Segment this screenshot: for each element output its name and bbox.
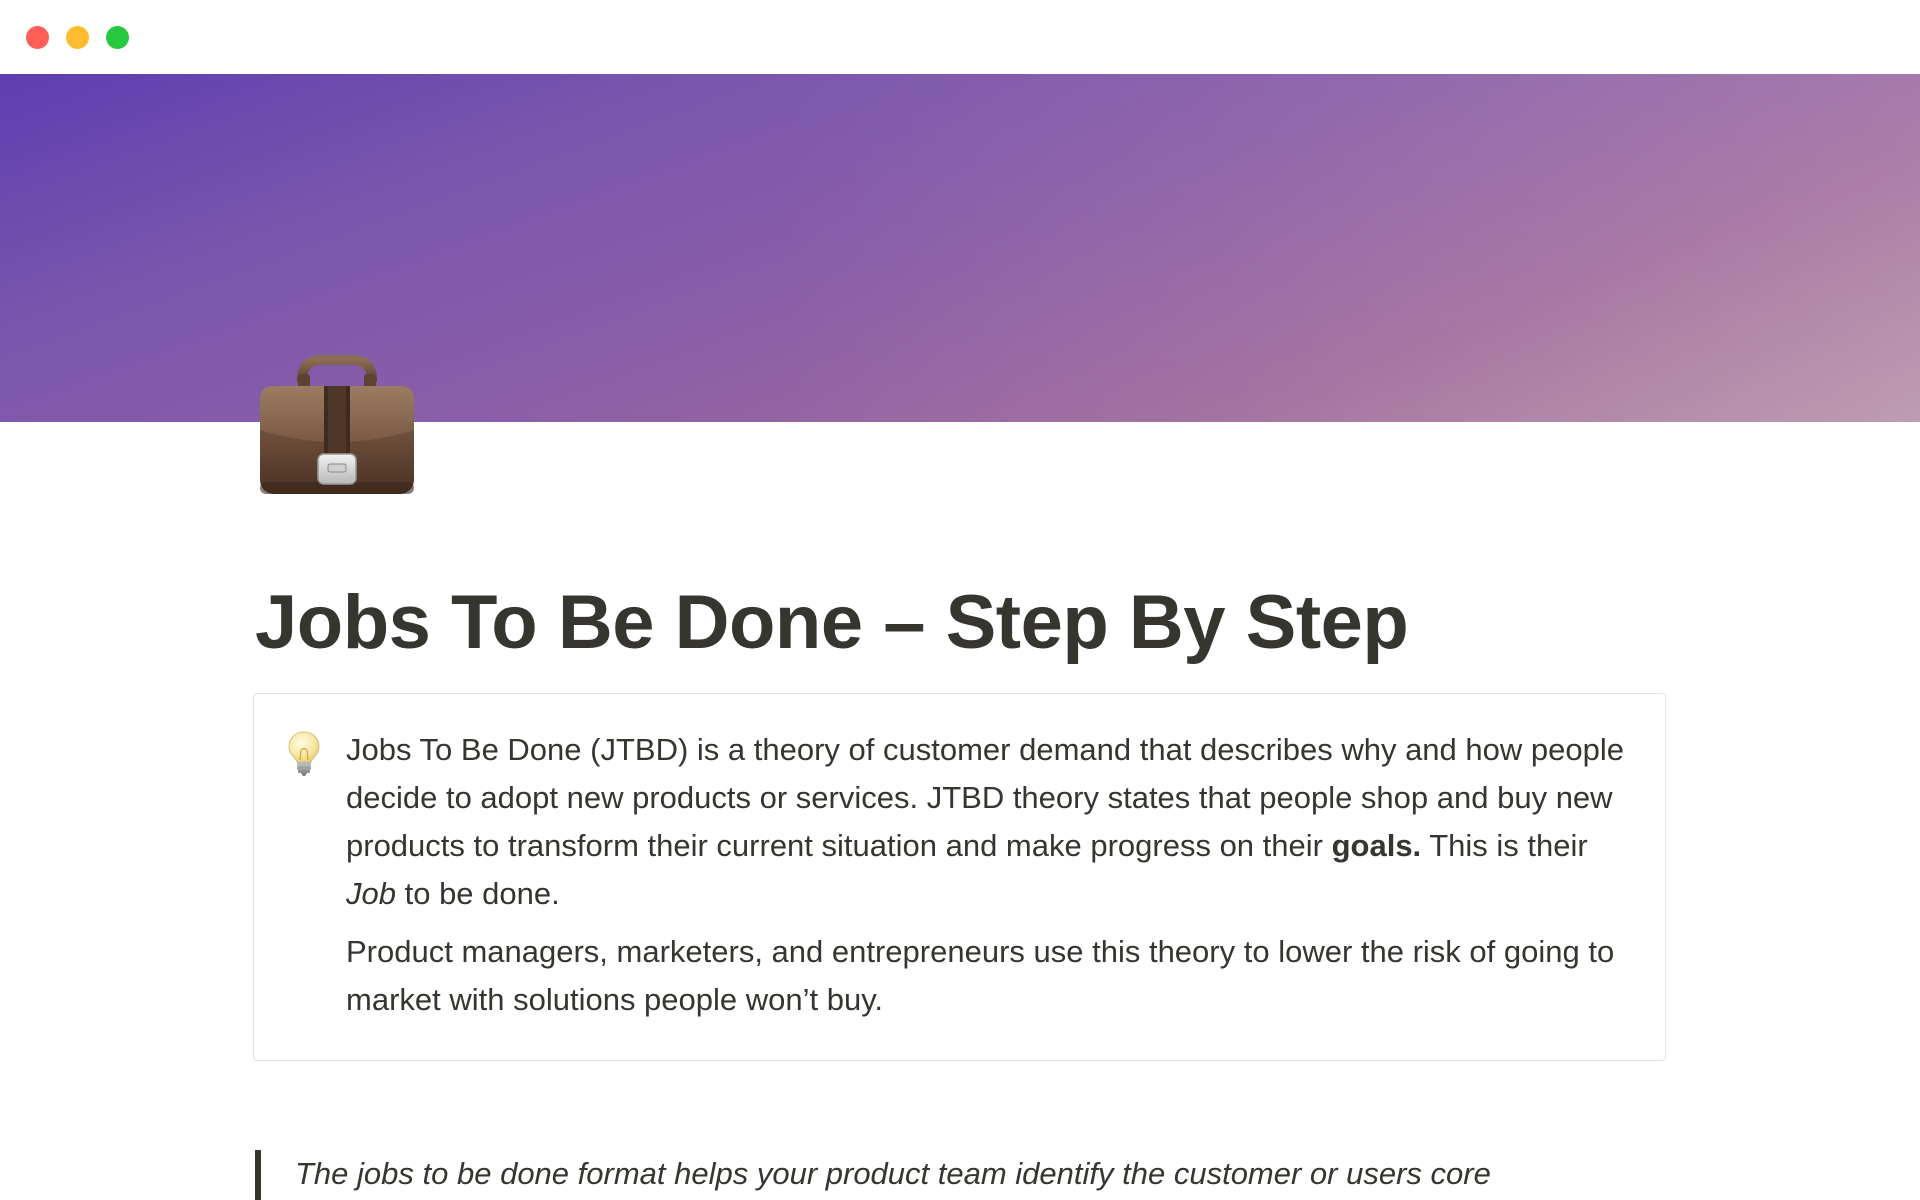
callout-text-segment: This is their bbox=[1421, 828, 1588, 863]
callout-text-segment: to be done. bbox=[395, 876, 560, 911]
callout-block[interactable]: Jobs To Be Done (JTBD) is a theory of cu… bbox=[253, 693, 1666, 1061]
window-minimize-button[interactable] bbox=[66, 26, 89, 49]
callout-paragraph-2: Product managers, marketers, and entrepr… bbox=[346, 934, 1615, 1017]
title-bar bbox=[0, 0, 1920, 74]
quote-block[interactable]: The jobs to be done format helps your pr… bbox=[255, 1150, 1655, 1200]
notion-window: Jobs To Be Done – Step By Step Jobs To B… bbox=[0, 0, 1920, 1200]
window-close-button[interactable] bbox=[26, 26, 49, 49]
window-maximize-button[interactable] bbox=[106, 26, 129, 49]
quote-bar bbox=[255, 1150, 261, 1200]
quote-text: The jobs to be done format helps your pr… bbox=[295, 1156, 1491, 1191]
callout-italic-text: Job bbox=[346, 876, 396, 911]
callout-paragraph-1: Jobs To Be Done (JTBD) is a theory of cu… bbox=[346, 726, 1636, 918]
callout-bold-text: goals. bbox=[1331, 828, 1422, 863]
callout-text[interactable]: Jobs To Be Done (JTBD) is a theory of cu… bbox=[346, 726, 1636, 1024]
page-title[interactable]: Jobs To Be Done – Step By Step bbox=[255, 578, 1409, 668]
lightbulb-icon[interactable] bbox=[286, 730, 322, 778]
briefcase-icon[interactable] bbox=[252, 350, 422, 500]
